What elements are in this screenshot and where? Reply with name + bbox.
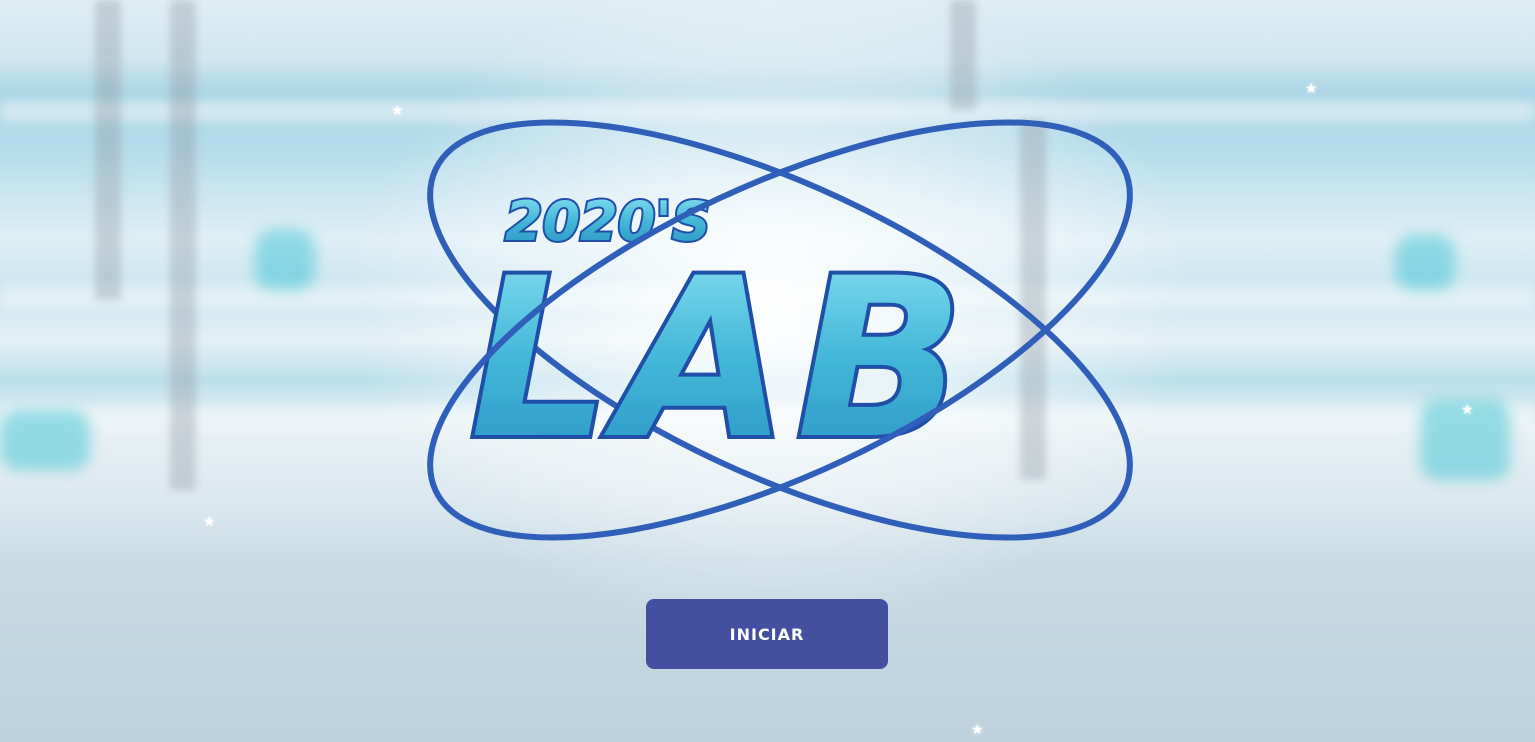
start-button[interactable]: INICIAR xyxy=(646,599,888,669)
background-flask xyxy=(255,230,315,290)
sparkle-icon: ★ xyxy=(1305,81,1318,97)
logo-main-text: LAB xyxy=(470,231,972,487)
sparkle-icon: ★ xyxy=(203,514,216,530)
background-post xyxy=(170,0,196,490)
sparkle-icon: ★ xyxy=(971,722,984,738)
background-flask xyxy=(1395,235,1455,290)
lab-logo: 2020'S LAB xyxy=(427,119,1133,541)
background-post xyxy=(95,0,121,300)
sparkle-icon: ★ xyxy=(1461,402,1474,418)
background-flask xyxy=(0,410,90,470)
